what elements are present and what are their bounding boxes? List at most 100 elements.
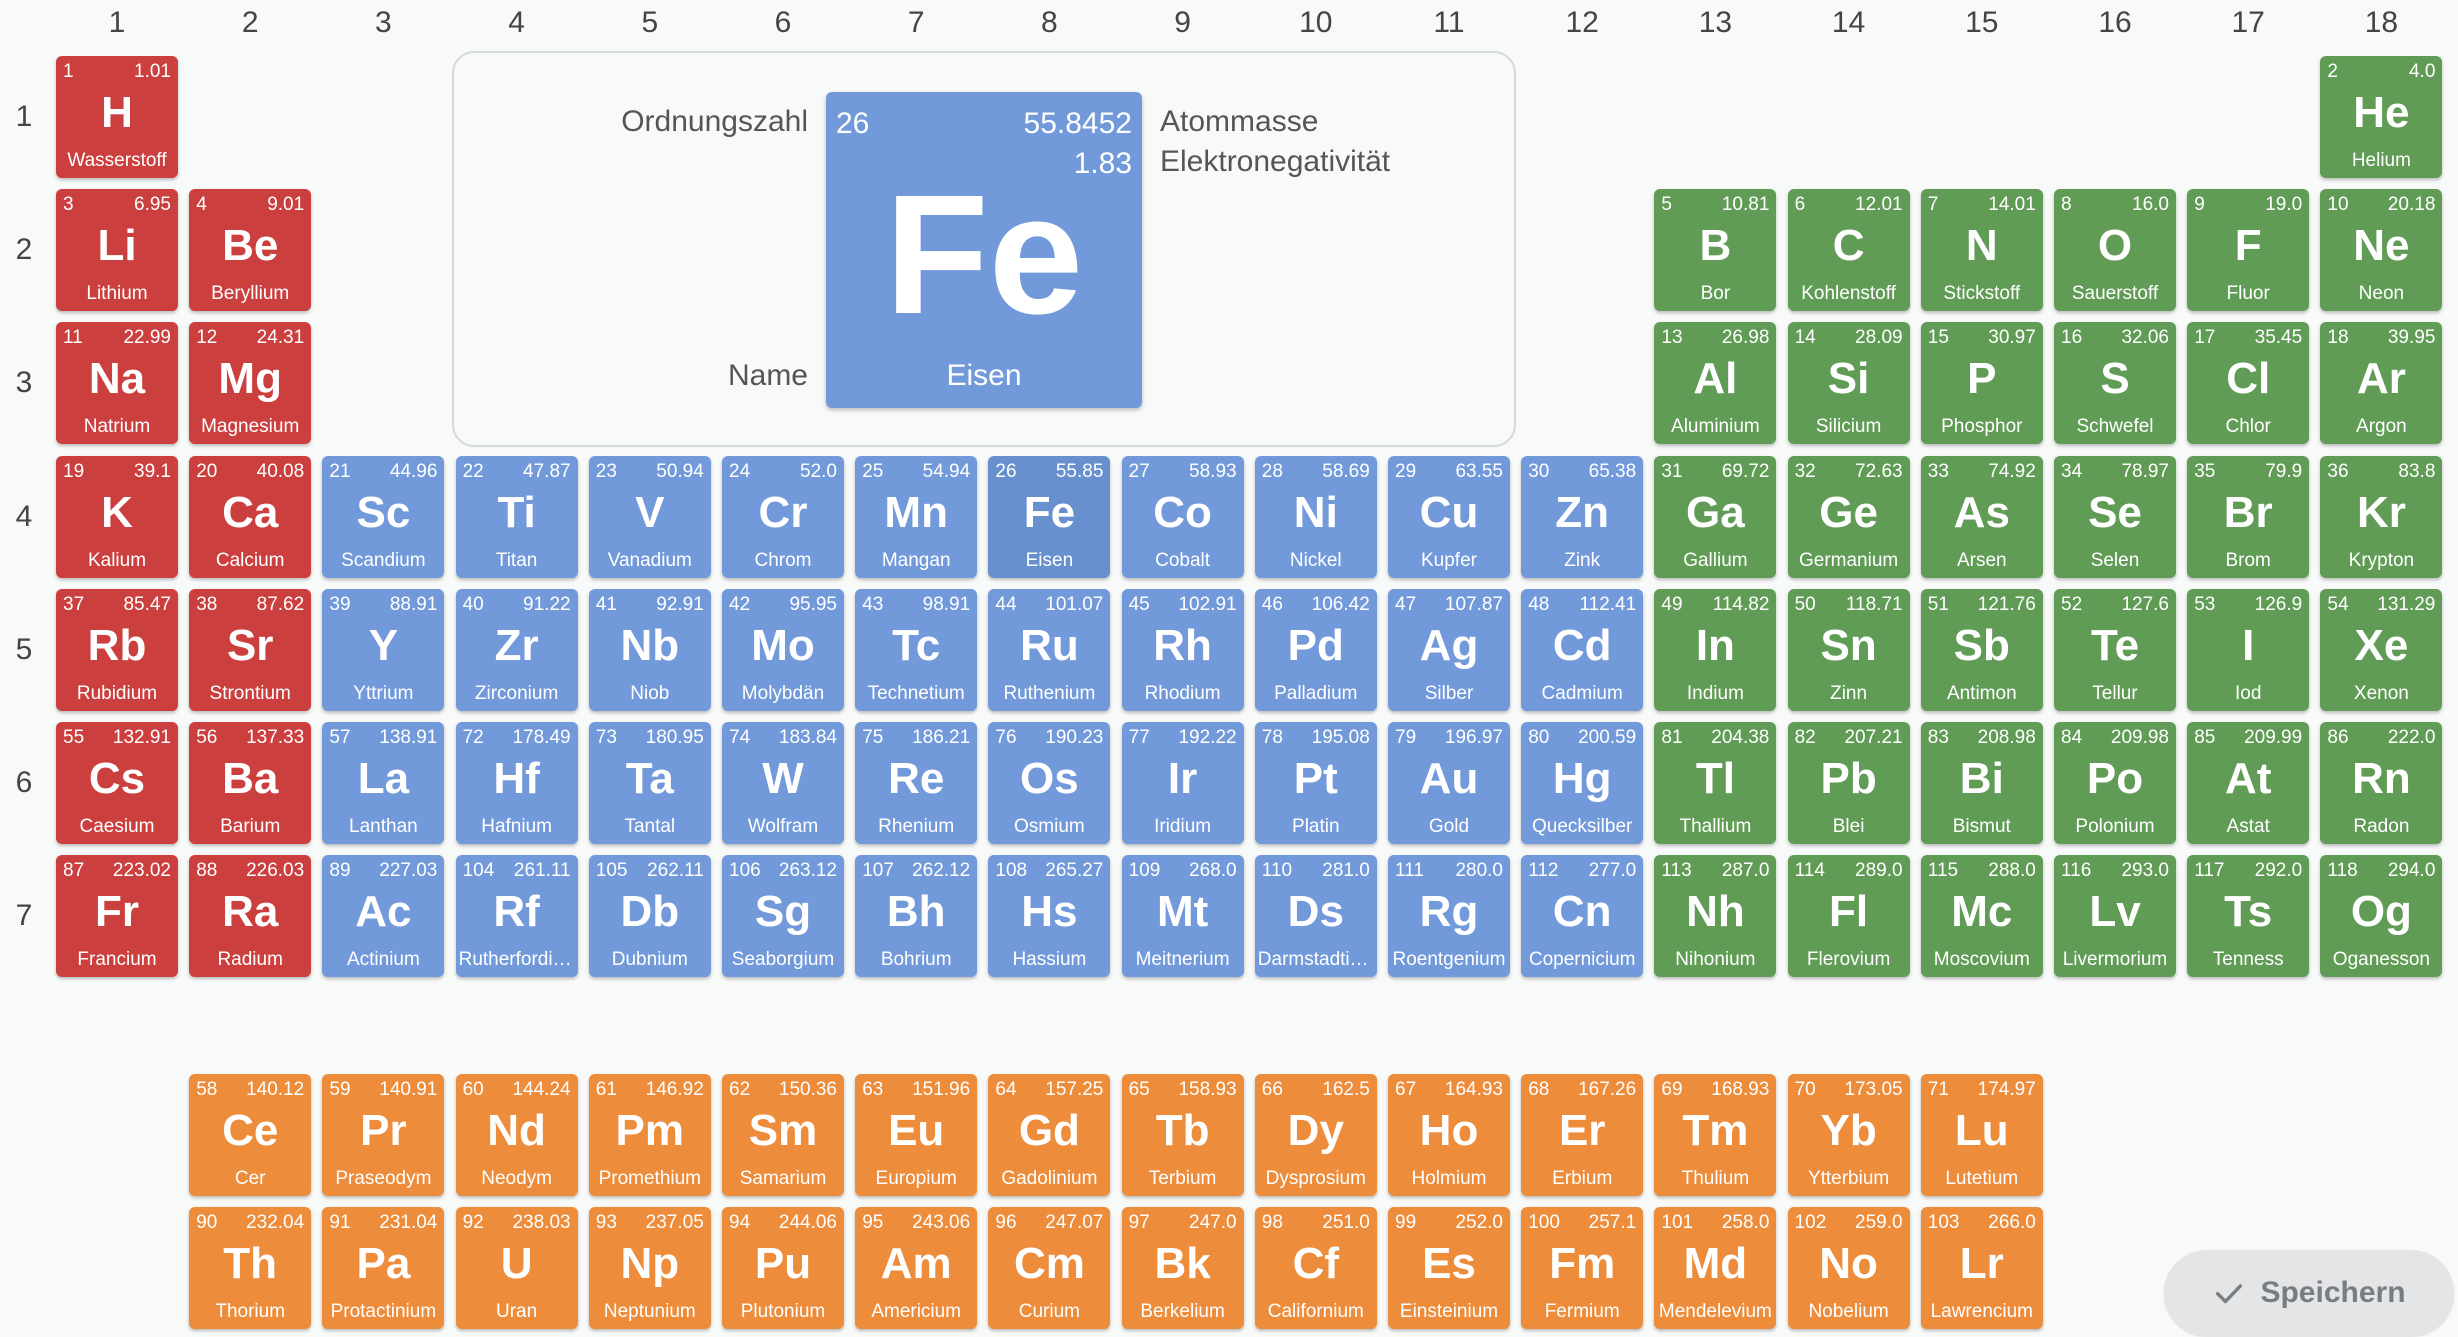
element-cell-re[interactable]: 75 186.21 Re Rhenium	[855, 722, 978, 844]
element-cell-er[interactable]: 68 167.26 Er Erbium	[1521, 1074, 1644, 1196]
element-cell-ra[interactable]: 88 226.03 Ra Radium	[189, 855, 312, 978]
element-cell-mc[interactable]: 115 288.0 Mc Moscovium	[1920, 855, 2043, 978]
element-cell-sc[interactable]: 21 44.96 Sc Scandium	[322, 455, 445, 578]
element-cell-os[interactable]: 76 190.23 Os Osmium	[988, 722, 1111, 844]
element-cell-b[interactable]: 5 10.81 B Bor	[1654, 189, 1777, 312]
element-cell-pr[interactable]: 59 140.91 Pr Praseodym	[322, 1074, 445, 1196]
element-cell-tm[interactable]: 69 168.93 Tm Thulium	[1654, 1074, 1777, 1196]
element-cell-sb[interactable]: 51 121.76 Sb Antimon	[1920, 588, 2043, 711]
element-cell-s[interactable]: 16 32.06 S Schwefel	[2054, 322, 2176, 445]
element-cell-au[interactable]: 79 196.97 Au Gold	[1388, 722, 1510, 844]
element-cell-no[interactable]: 102 259.0 No Nobelium	[1787, 1207, 1910, 1330]
element-cell-mt[interactable]: 109 268.0 Mt Meitnerium	[1121, 855, 1244, 978]
element-cell-cn[interactable]: 112 277.0 Cn Copernicium	[1521, 855, 1644, 978]
element-cell-n[interactable]: 7 14.01 N Stickstoff	[1920, 189, 2043, 312]
element-cell-np[interactable]: 93 237.05 Np Neptunium	[588, 1207, 711, 1330]
element-cell-sm[interactable]: 62 150.36 Sm Samarium	[722, 1074, 844, 1196]
element-cell-cd[interactable]: 48 112.41 Cd Cadmium	[1521, 588, 1644, 711]
element-cell-fr[interactable]: 87 223.02 Fr Francium	[56, 855, 178, 978]
element-cell-rn[interactable]: 86 222.0 Rn Radon	[2320, 722, 2443, 844]
element-cell-co[interactable]: 27 58.93 Co Cobalt	[1121, 455, 1244, 578]
element-cell-pd[interactable]: 46 106.42 Pd Palladium	[1254, 588, 1377, 711]
element-cell-w[interactable]: 74 183.84 W Wolfram	[722, 722, 844, 844]
element-cell-v[interactable]: 23 50.94 V Vanadium	[588, 455, 711, 578]
element-cell-cm[interactable]: 96 247.07 Cm Curium	[988, 1207, 1111, 1330]
element-cell-cl[interactable]: 17 35.45 Cl Chlor	[2187, 322, 2310, 445]
element-cell-ca[interactable]: 20 40.08 Ca Calcium	[189, 455, 312, 578]
element-cell-cu[interactable]: 29 63.55 Cu Kupfer	[1388, 455, 1510, 578]
element-cell-th[interactable]: 90 232.04 Th Thorium	[189, 1207, 312, 1330]
element-cell-rb[interactable]: 37 85.47 Rb Rubidium	[56, 588, 178, 711]
element-cell-tl[interactable]: 81 204.38 Tl Thallium	[1654, 722, 1777, 844]
element-cell-at[interactable]: 85 209.99 At Astat	[2187, 722, 2310, 844]
element-cell-f[interactable]: 9 19.0 F Fluor	[2187, 189, 2310, 312]
element-cell-ar[interactable]: 18 39.95 Ar Argon	[2320, 322, 2443, 445]
element-cell-pm[interactable]: 61 146.92 Pm Promethium	[588, 1074, 711, 1196]
element-cell-rh[interactable]: 45 102.91 Rh Rhodium	[1121, 588, 1244, 711]
element-cell-tc[interactable]: 43 98.91 Tc Technetium	[855, 588, 978, 711]
save-button[interactable]: Speichern	[2164, 1250, 2454, 1336]
element-cell-cs[interactable]: 55 132.91 Cs Caesium	[56, 722, 178, 844]
element-cell-ni[interactable]: 28 58.69 Ni Nickel	[1254, 455, 1377, 578]
element-cell-li[interactable]: 3 6.95 Li Lithium	[56, 189, 178, 312]
element-cell-lr[interactable]: 103 266.0 Lr Lawrencium	[1920, 1207, 2043, 1330]
element-cell-es[interactable]: 99 252.0 Es Einsteinium	[1388, 1207, 1510, 1330]
element-cell-rf[interactable]: 104 261.11 Rf Rutherfordium	[455, 855, 578, 978]
element-cell-hf[interactable]: 72 178.49 Hf Hafnium	[455, 722, 578, 844]
element-cell-dy[interactable]: 66 162.5 Dy Dysprosium	[1254, 1074, 1377, 1196]
element-cell-ce[interactable]: 58 140.12 Ce Cer	[189, 1074, 312, 1196]
element-cell-ta[interactable]: 73 180.95 Ta Tantal	[588, 722, 711, 844]
element-cell-pa[interactable]: 91 231.04 Pa Protactinium	[322, 1207, 445, 1330]
element-cell-k[interactable]: 19 39.1 K Kalium	[56, 455, 178, 578]
element-cell-si[interactable]: 14 28.09 Si Silicium	[1787, 322, 1910, 445]
element-cell-se[interactable]: 34 78.97 Se Selen	[2054, 455, 2176, 578]
element-cell-pb[interactable]: 82 207.21 Pb Blei	[1787, 722, 1910, 844]
element-cell-rg[interactable]: 111 280.0 Rg Roentgenium	[1388, 855, 1510, 978]
element-cell-be[interactable]: 4 9.01 Be Beryllium	[189, 189, 312, 312]
element-cell-fe[interactable]: 26 55.85 Fe Eisen	[988, 455, 1111, 578]
element-cell-db[interactable]: 105 262.11 Db Dubnium	[588, 855, 711, 978]
element-cell-mn[interactable]: 25 54.94 Mn Mangan	[855, 455, 978, 578]
element-cell-nd[interactable]: 60 144.24 Nd Neodym	[455, 1074, 578, 1196]
element-cell-yb[interactable]: 70 173.05 Yb Ytterbium	[1787, 1074, 1910, 1196]
element-cell-sr[interactable]: 38 87.62 Sr Strontium	[189, 588, 312, 711]
element-cell-i[interactable]: 53 126.9 I Iod	[2187, 588, 2310, 711]
element-cell-zn[interactable]: 30 65.38 Zn Zink	[1521, 455, 1644, 578]
element-cell-bk[interactable]: 97 247.0 Bk Berkelium	[1121, 1207, 1244, 1330]
element-cell-ag[interactable]: 47 107.87 Ag Silber	[1388, 588, 1510, 711]
element-cell-eu[interactable]: 63 151.96 Eu Europium	[855, 1074, 978, 1196]
element-cell-u[interactable]: 92 238.03 U Uran	[455, 1207, 578, 1330]
element-cell-al[interactable]: 13 26.98 Al Aluminium	[1654, 322, 1777, 445]
element-cell-as[interactable]: 33 74.92 As Arsen	[1920, 455, 2043, 578]
element-cell-fl[interactable]: 114 289.0 Fl Flerovium	[1787, 855, 1910, 978]
element-cell-tb[interactable]: 65 158.93 Tb Terbium	[1121, 1074, 1244, 1196]
element-cell-te[interactable]: 52 127.6 Te Tellur	[2054, 588, 2176, 711]
element-cell-he[interactable]: 2 4.0 He Helium	[2320, 56, 2443, 178]
element-cell-kr[interactable]: 36 83.8 Kr Krypton	[2320, 455, 2443, 578]
element-cell-y[interactable]: 39 88.91 Y Yttrium	[322, 588, 445, 711]
element-cell-ho[interactable]: 67 164.93 Ho Holmium	[1388, 1074, 1510, 1196]
element-cell-ne[interactable]: 10 20.18 Ne Neon	[2320, 189, 2443, 312]
element-cell-o[interactable]: 8 16.0 O Sauerstoff	[2054, 189, 2176, 312]
element-cell-sn[interactable]: 50 118.71 Sn Zinn	[1787, 588, 1910, 711]
element-cell-cr[interactable]: 24 52.0 Cr Chrom	[722, 455, 844, 578]
element-cell-pu[interactable]: 94 244.06 Pu Plutonium	[722, 1207, 844, 1330]
element-cell-ba[interactable]: 56 137.33 Ba Barium	[189, 722, 312, 844]
element-cell-md[interactable]: 101 258.0 Md Mendelevium	[1654, 1207, 1777, 1330]
element-cell-mo[interactable]: 42 95.95 Mo Molybdän	[722, 588, 844, 711]
element-cell-ac[interactable]: 89 227.03 Ac Actinium	[322, 855, 445, 978]
element-cell-lu[interactable]: 71 174.97 Lu Lutetium	[1920, 1074, 2043, 1196]
element-cell-zr[interactable]: 40 91.22 Zr Zirconium	[455, 588, 578, 711]
element-cell-hs[interactable]: 108 265.27 Hs Hassium	[988, 855, 1111, 978]
element-cell-cf[interactable]: 98 251.0 Cf Californium	[1254, 1207, 1377, 1330]
element-cell-mg[interactable]: 12 24.31 Mg Magnesium	[189, 322, 312, 445]
element-cell-la[interactable]: 57 138.91 La Lanthan	[322, 722, 445, 844]
element-cell-na[interactable]: 11 22.99 Na Natrium	[56, 322, 178, 445]
element-cell-am[interactable]: 95 243.06 Am Americium	[855, 1207, 978, 1330]
element-cell-og[interactable]: 118 294.0 Og Oganesson	[2320, 855, 2443, 978]
element-cell-fm[interactable]: 100 257.1 Fm Fermium	[1521, 1207, 1644, 1330]
element-cell-br[interactable]: 35 79.9 Br Brom	[2187, 455, 2310, 578]
element-cell-ds[interactable]: 110 281.0 Ds Darmstadtium	[1254, 855, 1377, 978]
element-cell-c[interactable]: 6 12.01 C Kohlenstoff	[1787, 189, 1910, 312]
element-cell-po[interactable]: 84 209.98 Po Polonium	[2054, 722, 2176, 844]
